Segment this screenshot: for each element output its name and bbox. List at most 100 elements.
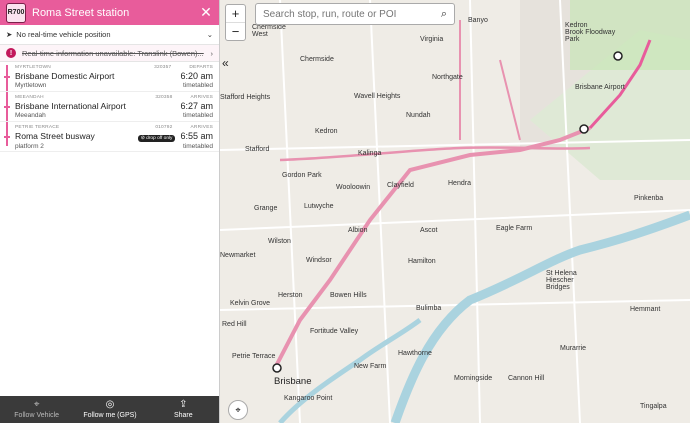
stop-marker xyxy=(4,76,10,78)
panel-header: R700 Roma Street station ✕ xyxy=(0,0,219,25)
map-canvas xyxy=(220,0,690,423)
stop-time: 6:20 am xyxy=(180,71,213,81)
map-label: Kedron xyxy=(315,128,338,135)
stop-time: 6:27 am xyxy=(180,101,213,111)
zoom-out-button[interactable]: − xyxy=(226,23,245,40)
vehicle-position-label: No real-time vehicle position xyxy=(16,30,111,39)
map-label: Kelvin Grove xyxy=(230,300,271,307)
map-label: Grange xyxy=(254,205,278,212)
stop-status: ARRIVES xyxy=(190,125,213,130)
map-label: Virginia xyxy=(420,36,444,43)
search-icon[interactable]: ⌕ xyxy=(434,8,454,21)
map-label: Lutwyche xyxy=(304,203,334,210)
chevron-down-icon: ⌄ xyxy=(206,30,213,39)
stop-marker xyxy=(4,106,10,108)
timetabled-label: timetabled xyxy=(183,82,213,89)
follow-me-label: Follow me (GPS) xyxy=(83,412,137,419)
map-label: Pinkenba xyxy=(634,195,664,202)
map-label: Chermside xyxy=(300,56,334,63)
stop-area: MYRTLETOWN xyxy=(15,65,51,70)
list-item[interactable]: PETRIE TERRACE 010792 ARRIVES Roma Street … xyxy=(0,122,219,152)
map-label: Hemmant xyxy=(630,306,661,313)
search-input[interactable] xyxy=(256,7,434,21)
stop-time: 6:55 am xyxy=(180,131,213,141)
stop-code: 010792 xyxy=(155,125,173,130)
stop-name: Brisbane Domestic Airport xyxy=(15,71,115,81)
stop-sub: platform 2 xyxy=(15,143,44,150)
stop-sub: Meeandah xyxy=(15,112,46,119)
follow-vehicle-label: Follow Vehicle xyxy=(14,412,60,419)
alert-text: Real-time information unavailable: Trans… xyxy=(22,48,204,58)
map-label: Hawthorne xyxy=(398,350,432,357)
map-label: Northgate xyxy=(432,74,463,81)
map-label: Albion xyxy=(348,227,368,234)
follow-me-button[interactable]: ◎ Follow me (GPS) xyxy=(73,396,146,423)
search-box: ⌕ xyxy=(255,3,455,25)
share-button[interactable]: ⇪ Share xyxy=(147,396,219,423)
list-item[interactable]: MEEANDAH 320358 ARRIVES Brisbane Internati… xyxy=(0,92,219,122)
map-label: Banyo xyxy=(468,17,488,24)
vehicle-position-row[interactable]: ➤ No real-time vehicle position ⌄ xyxy=(0,25,219,45)
map-label: Cannon Hill xyxy=(508,375,545,382)
map-label: Chermside West xyxy=(252,24,286,38)
collapse-panel-button[interactable]: « xyxy=(222,56,229,70)
close-button[interactable]: ✕ xyxy=(199,4,213,21)
bottom-toolbar: ⌖ Follow Vehicle ◎ Follow me (GPS) ⇪ Share xyxy=(0,396,219,423)
map-label: Eagle Farm xyxy=(496,225,533,232)
map-label: Gordon Park xyxy=(282,172,322,179)
alert-row[interactable]: ! Real-time information unavailable: Tra… xyxy=(0,45,219,62)
stop-name: Brisbane International Airport xyxy=(15,101,126,111)
stop-area: MEEANDAH xyxy=(15,95,44,100)
map-label: Kedron Brook Floodway Park xyxy=(565,22,616,43)
stop-sub: Myrtletown xyxy=(15,82,47,89)
map-label: Newmarket xyxy=(220,252,256,259)
page-title: Roma Street station xyxy=(32,6,130,19)
map-label: Wavell Heights xyxy=(354,93,401,100)
list-item[interactable]: MYRTLETOWN 320357 DEPARTS Brisbane Domesti… xyxy=(0,62,219,92)
map-label: Brisbane xyxy=(274,376,312,387)
stop-code: 320358 xyxy=(155,95,173,100)
zoom-control: + − xyxy=(225,4,246,41)
alert-icon: ! xyxy=(6,48,16,58)
zoom-in-button[interactable]: + xyxy=(226,5,245,23)
map-label: Nundah xyxy=(406,112,431,119)
stop-code: 320357 xyxy=(154,65,172,70)
share-icon: ⇪ xyxy=(179,399,188,410)
stop-list: MYRTLETOWN 320357 DEPARTS Brisbane Domesti… xyxy=(0,62,219,152)
route-badge: R700 xyxy=(6,2,26,23)
map-label: Ascot xyxy=(420,227,438,234)
stop-status: ARRIVES xyxy=(190,95,213,100)
location-arrow-icon: ➤ xyxy=(6,30,13,39)
map-label: Morningside xyxy=(454,375,493,382)
follow-vehicle-button[interactable]: ⌖ Follow Vehicle xyxy=(0,396,73,423)
map-label: Herston xyxy=(278,292,303,299)
drop-off-badge: ⊘ drop off only xyxy=(137,135,176,142)
map-label: Hamilton xyxy=(408,258,436,265)
map-label: Murarrie xyxy=(560,345,587,352)
map-label: Bowen Hills xyxy=(330,292,367,299)
map-label: Wilston xyxy=(268,238,291,245)
map-label: Wooloowin xyxy=(336,184,371,191)
crosshair-icon: ⌖ xyxy=(33,399,40,410)
locate-icon[interactable]: ⌖ xyxy=(228,400,248,420)
map-label: Kangaroo Point xyxy=(284,395,333,402)
stop-name: Roma Street busway xyxy=(15,131,95,141)
stop-marker xyxy=(4,136,10,138)
map-view[interactable]: Banyo Chermside West Virginia Kedron Bro… xyxy=(220,0,690,423)
map-label: Stafford xyxy=(245,146,270,153)
gps-icon: ◎ xyxy=(105,399,115,410)
drop-off-label: drop off only xyxy=(146,136,173,141)
map-label: New Farm xyxy=(354,363,387,370)
timetabled-label: timetabled xyxy=(183,143,213,150)
map-label: Bulimba xyxy=(416,305,442,312)
map-label: Petrie Terrace xyxy=(232,353,276,360)
stop-area: PETRIE TERRACE xyxy=(15,125,60,130)
share-label: Share xyxy=(173,412,193,419)
stop-status: DEPARTS xyxy=(189,65,213,70)
map-label: Tingalpa xyxy=(640,403,667,410)
map-label: Stafford Heights xyxy=(220,94,271,101)
chevron-right-icon: › xyxy=(210,48,214,58)
map-label: Windsor xyxy=(306,257,332,264)
timetabled-label: timetabled xyxy=(183,112,213,119)
route-panel: R700 Roma Street station ✕ ➤ No real-tim… xyxy=(0,0,220,423)
